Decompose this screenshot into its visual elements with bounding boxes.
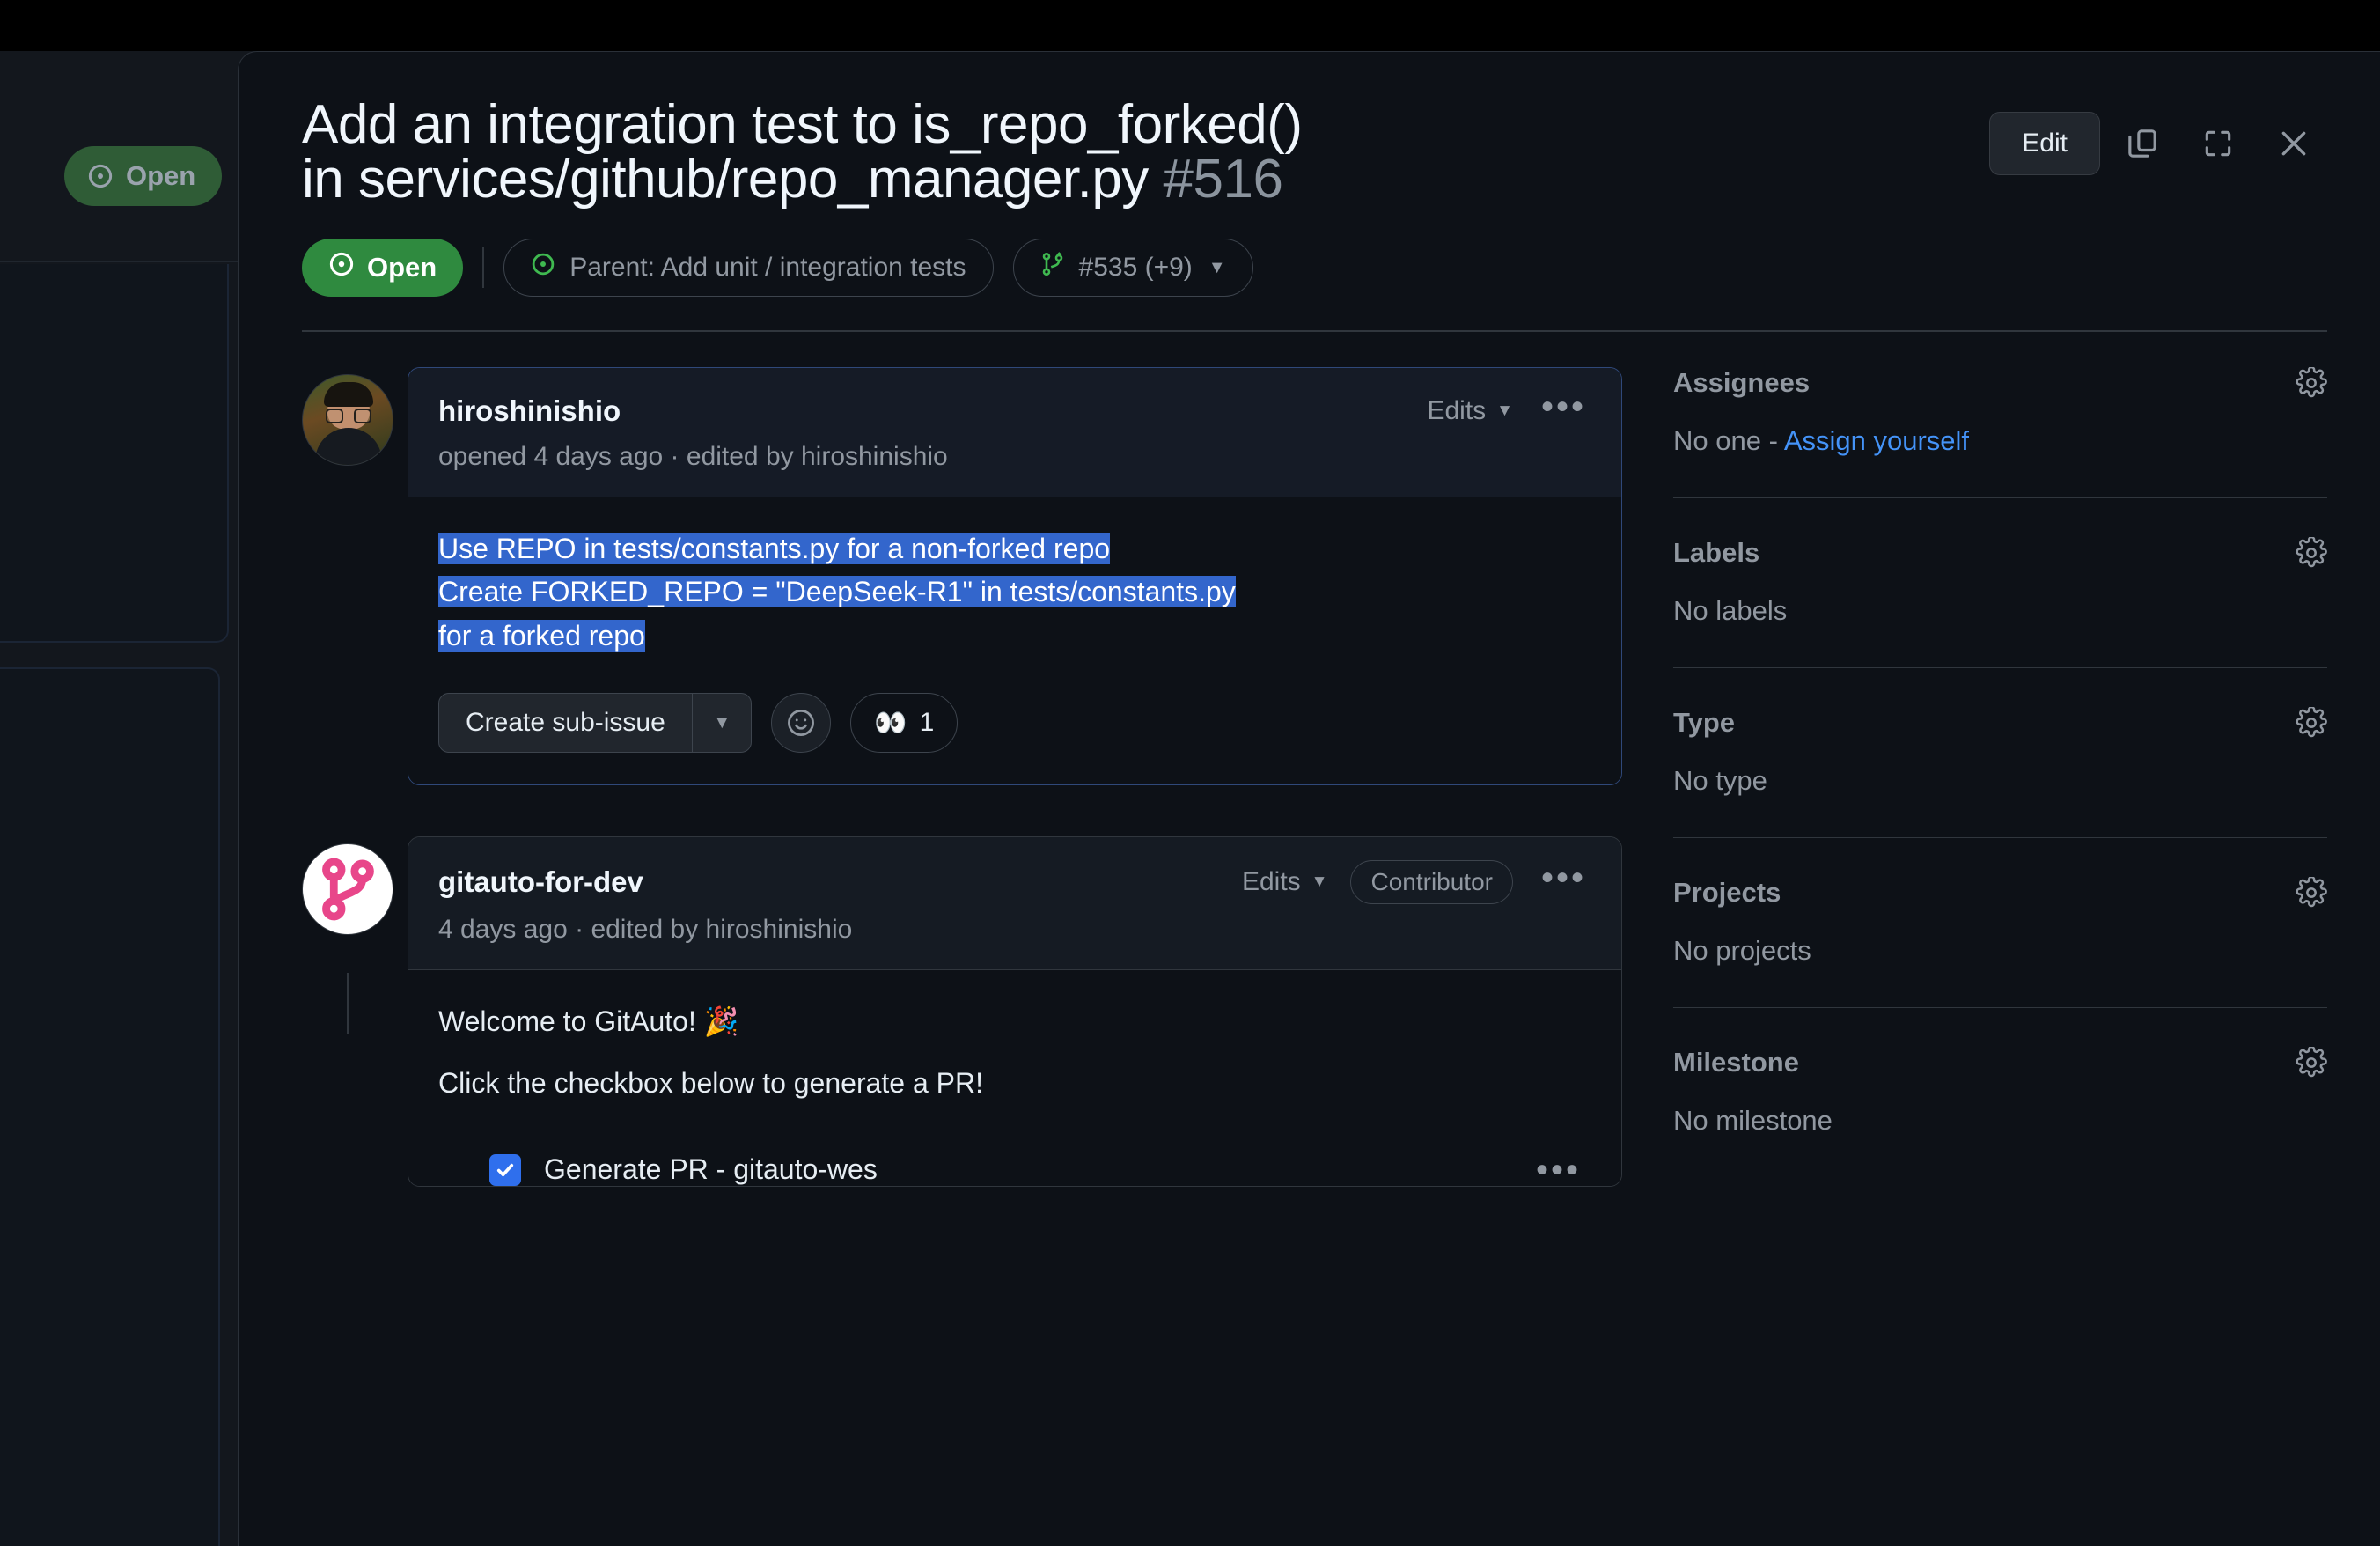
comments-column: hiroshinishio Edits ▼ ••• opened 4 days … <box>302 366 1622 1188</box>
comment-menu-button[interactable]: ••• <box>1536 389 1591 431</box>
comment-actions: Create sub-issue ▼ 👀 1 <box>438 658 1591 784</box>
git-branch-icon <box>1040 252 1065 283</box>
page-title: Add an integration test to is_repo_forke… <box>302 98 1989 207</box>
edits-label: Edits <box>1241 867 1301 897</box>
edits-dropdown[interactable]: Edits ▼ <box>1427 396 1513 426</box>
background-open-badge-label: Open <box>126 160 196 191</box>
issue-open-icon <box>87 163 114 189</box>
issue-modal: Add an integration test to is_repo_forke… <box>238 51 2380 1546</box>
task-menu-button[interactable]: ••• <box>1536 1152 1591 1187</box>
comment-text: Use REPO in tests/constants.py for a non… <box>438 527 1591 659</box>
comment-author[interactable]: gitauto-for-dev <box>438 865 643 899</box>
comment-meta: opened 4 days ago · edited by hiroshinis… <box>438 441 948 471</box>
comment-text-line3: for a forked repo <box>438 619 645 652</box>
sidebar-title: Type <box>1673 706 1736 738</box>
assignees-none-label: No one - <box>1673 424 1784 456</box>
linked-branch-label: #535 (+9) <box>1078 253 1193 282</box>
sidebar-section-milestone: Milestone No milestone <box>1673 1006 2327 1177</box>
gear-icon[interactable] <box>2296 366 2327 399</box>
sidebar-title: Assignees <box>1673 366 1811 398</box>
parent-issue-label: Parent: Add unit / integration tests <box>569 253 966 282</box>
sidebar-title: Milestone <box>1673 1046 1799 1078</box>
comment-item: hiroshinishio Edits ▼ ••• opened 4 days … <box>302 366 1622 786</box>
type-value: No type <box>1673 764 1767 796</box>
assignees-value: No one - Assign yourself <box>1673 425 2327 457</box>
issue-open-icon <box>328 251 355 284</box>
badge-row: Open Parent: Add unit / integration test… <box>302 239 2327 297</box>
sidebar-title: Projects <box>1673 876 1781 908</box>
comment-card: gitauto-for-dev Edits ▼ Contributor ••• <box>408 836 1622 1188</box>
comment-meta: 4 days ago · edited by hiroshinishio <box>438 915 853 945</box>
comment-body: Welcome to GitAuto! 🎉 Click the checkbox… <box>408 970 1621 1187</box>
projects-value: No projects <box>1673 934 1811 966</box>
close-icon[interactable] <box>2260 110 2327 177</box>
status-badge-label: Open <box>367 252 437 283</box>
copy-icon[interactable] <box>2109 110 2176 177</box>
comment-text-line1: Welcome to GitAuto! 🎉 <box>438 1005 739 1038</box>
chevron-down-icon: ▼ <box>1208 257 1226 277</box>
comment-header: gitauto-for-dev Edits ▼ Contributor ••• <box>408 837 1621 971</box>
background-divider <box>0 261 264 262</box>
milestone-value: No milestone <box>1673 1104 1833 1136</box>
assign-yourself-link[interactable]: Assign yourself <box>1784 425 1969 456</box>
issue-title-line2: in services/github/repo_manager.py <box>302 149 1149 210</box>
comment-text-line2: Click the checkbox below to generate a P… <box>438 1067 983 1100</box>
background-open-badge: Open <box>64 146 223 206</box>
modal-header: Add an integration test to is_repo_forke… <box>302 98 2327 207</box>
badge-separator <box>482 247 485 288</box>
chevron-down-icon: ▼ <box>1496 401 1513 420</box>
modal-body: hiroshinishio Edits ▼ ••• opened 4 days … <box>302 332 2327 1188</box>
sidebar-section-type: Type No type <box>1673 666 2327 837</box>
reaction-count: 1 <box>919 708 935 738</box>
reaction-eyes-button[interactable]: 👀 1 <box>850 693 959 754</box>
avatar[interactable] <box>302 843 393 936</box>
sidebar-section-projects: Projects No projects <box>1673 836 2327 1007</box>
gear-icon[interactable] <box>2296 876 2327 909</box>
issue-number: #516 <box>1163 149 1283 210</box>
add-reaction-button[interactable] <box>771 693 832 754</box>
comment-header: hiroshinishio Edits ▼ ••• opened 4 days … <box>408 367 1621 497</box>
create-sub-issue-button[interactable]: Create sub-issue <box>439 694 692 752</box>
comment-body: Use REPO in tests/constants.py for a non… <box>408 497 1621 785</box>
gear-icon[interactable] <box>2296 536 2327 569</box>
create-sub-issue-split-button: Create sub-issue ▼ <box>438 693 753 754</box>
avatar-wrap <box>302 836 408 1187</box>
contributor-badge: Contributor <box>1350 860 1513 905</box>
fullscreen-icon[interactable] <box>2185 110 2251 177</box>
sidebar-section-assignees: Assignees No one - Assign yourself <box>1673 366 2327 497</box>
avatar-wrap <box>302 367 408 786</box>
task-list-item: Generate PR - gitauto-wes ••• <box>438 1152 1591 1187</box>
avatar[interactable] <box>302 373 393 466</box>
screen: Open Add an integration test to is_repo_… <box>0 0 2380 1546</box>
comment-item: gitauto-for-dev Edits ▼ Contributor ••• <box>302 836 1622 1188</box>
edit-button[interactable]: Edit <box>1989 112 2100 175</box>
background-card-bottom <box>0 667 220 1546</box>
parent-issue-pill[interactable]: Parent: Add unit / integration tests <box>503 239 994 297</box>
header-actions: Edit <box>1989 98 2327 177</box>
eyes-emoji-icon: 👀 <box>874 708 907 738</box>
sidebar-section-labels: Labels No labels <box>1673 497 2327 667</box>
issue-title-line1: Add an integration test to is_repo_forke… <box>302 94 1303 155</box>
linked-branch-pill[interactable]: #535 (+9) ▼ <box>1012 239 1253 297</box>
comment-menu-button[interactable]: ••• <box>1536 860 1591 902</box>
status-badge: Open <box>302 239 464 297</box>
gear-icon[interactable] <box>2296 706 2327 739</box>
background-card-top <box>0 264 229 643</box>
edits-label: Edits <box>1427 395 1487 425</box>
labels-value: No labels <box>1673 594 1788 626</box>
edits-dropdown[interactable]: Edits ▼ <box>1242 867 1328 897</box>
comment-text-line2: Create FORKED_REPO = "DeepSeek-R1" in te… <box>438 576 1236 608</box>
sidebar: Assignees No one - Assign yourself Label… <box>1622 366 2327 1188</box>
task-label: Generate PR - gitauto-wes <box>544 1153 878 1186</box>
chevron-down-icon: ▼ <box>1311 872 1328 892</box>
comment-card: hiroshinishio Edits ▼ ••• opened 4 days … <box>408 366 1622 786</box>
sidebar-title: Labels <box>1673 536 1760 568</box>
comment-author[interactable]: hiroshinishio <box>438 394 621 428</box>
generate-pr-checkbox[interactable] <box>489 1153 521 1186</box>
create-sub-issue-dropdown[interactable]: ▼ <box>693 694 751 752</box>
gear-icon[interactable] <box>2296 1046 2327 1079</box>
issue-open-icon <box>531 252 555 283</box>
comment-text-line1: Use REPO in tests/constants.py for a non… <box>438 532 1111 564</box>
